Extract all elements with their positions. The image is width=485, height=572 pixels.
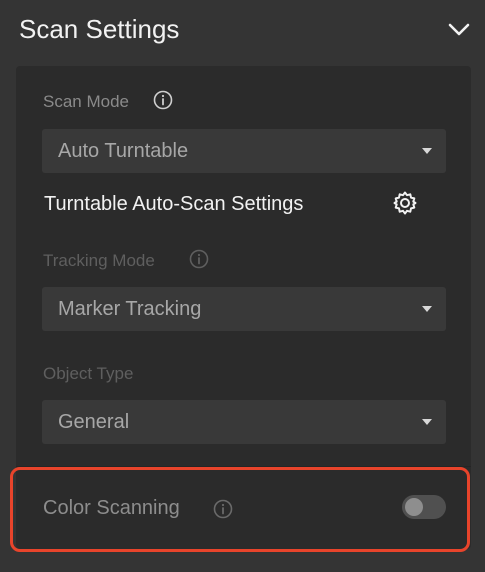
object-type-select[interactable]: General xyxy=(42,400,446,444)
info-icon[interactable] xyxy=(213,499,233,519)
turntable-auto-scan-title: Turntable Auto-Scan Settings xyxy=(44,193,304,215)
tracking-mode-value: Marker Tracking xyxy=(58,298,202,320)
scan-mode-value: Auto Turntable xyxy=(58,140,189,162)
object-type-label: Object Type xyxy=(43,364,134,383)
object-type-value: General xyxy=(58,411,130,433)
chevron-down-icon[interactable] xyxy=(445,17,473,41)
scan-mode-select[interactable]: Auto Turntable xyxy=(42,129,446,173)
section-header[interactable]: Scan Settings xyxy=(0,0,485,62)
section-title: Scan Settings xyxy=(19,14,180,44)
caret-down-icon xyxy=(422,306,432,312)
color-scanning-toggle[interactable] xyxy=(402,495,446,519)
color-scanning-label: Color Scanning xyxy=(43,497,180,519)
caret-down-icon xyxy=(422,148,432,154)
tracking-mode-label: Tracking Mode xyxy=(43,251,155,270)
toggle-knob xyxy=(405,498,423,516)
color-scanning-row: Color Scanning xyxy=(16,466,471,550)
scan-mode-label: Scan Mode xyxy=(43,92,129,111)
info-icon[interactable] xyxy=(189,249,209,269)
gear-icon[interactable] xyxy=(392,190,418,216)
settings-panel: Scan Mode Auto Turntable Turntable Auto-… xyxy=(16,66,471,549)
info-icon[interactable] xyxy=(153,90,173,110)
tracking-mode-select[interactable]: Marker Tracking xyxy=(42,287,446,331)
caret-down-icon xyxy=(422,419,432,425)
